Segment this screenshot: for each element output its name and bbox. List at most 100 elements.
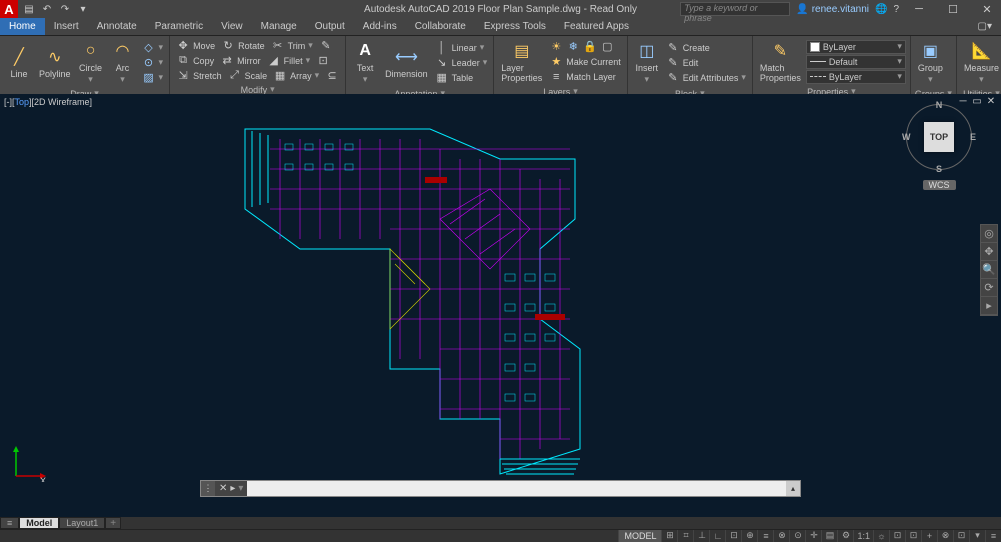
array-button[interactable]: ▦Array▾ xyxy=(271,68,321,83)
maximize-button[interactable]: ☐ xyxy=(939,0,967,18)
tab-view[interactable]: View xyxy=(212,18,252,35)
edit-attributes-button[interactable]: ✎Edit Attributes▾ xyxy=(664,70,748,85)
command-input[interactable] xyxy=(247,481,786,496)
linear-button[interactable]: │Linear▾ xyxy=(433,40,490,55)
stretch-button[interactable]: ⇲Stretch xyxy=(174,68,224,83)
move-button[interactable]: ✥Move xyxy=(174,38,217,53)
tab-featured[interactable]: Featured Apps xyxy=(555,18,638,35)
nav-pan-icon[interactable]: ✥ xyxy=(981,243,997,261)
tab-insert[interactable]: Insert xyxy=(45,18,88,35)
status-gizmo-icon[interactable]: ▤ xyxy=(821,530,837,542)
minimize-button[interactable]: ─ xyxy=(905,0,933,18)
nav-wheel-icon[interactable]: ◎ xyxy=(981,225,997,243)
qat-grid-icon[interactable]: ▤ xyxy=(22,2,36,16)
mirror-button[interactable]: ⇄Mirror xyxy=(218,53,263,68)
cmdline-history-icon[interactable]: ▴ xyxy=(786,481,800,496)
status-units-icon[interactable]: + xyxy=(921,530,937,542)
model-tab[interactable]: Model xyxy=(19,517,59,529)
status-transparency-icon[interactable]: ⊙ xyxy=(789,530,805,542)
compass-e[interactable]: E xyxy=(970,132,976,142)
linetype-combo[interactable]: ByLayer▾ xyxy=(806,70,906,84)
tab-expand-icon[interactable]: ▢▾ xyxy=(969,18,1001,35)
status-isoplane-icon[interactable]: ⊡ xyxy=(725,530,741,542)
viewport-label[interactable]: [-][Top][2D Wireframe] xyxy=(4,97,92,107)
tab-annotate[interactable]: Annotate xyxy=(88,18,146,35)
status-ortho-icon[interactable]: ⊥ xyxy=(693,530,709,542)
draw-extra-1[interactable]: ◇▾ xyxy=(140,40,166,55)
tab-parametric[interactable]: Parametric xyxy=(146,18,212,35)
match-properties-button[interactable]: ✎Match Properties xyxy=(757,38,804,85)
status-isolate-icon[interactable]: ▾ xyxy=(969,530,985,542)
arc-button[interactable]: ◠Arc▾ xyxy=(108,38,138,87)
nav-orbit-icon[interactable]: ⟳ xyxy=(981,279,997,297)
rotate-button[interactable]: ↻Rotate xyxy=(219,38,267,53)
color-combo[interactable]: ByLayer▾ xyxy=(806,40,906,54)
modify-extra-3[interactable]: ⊆ xyxy=(323,68,341,83)
qat-undo-icon[interactable]: ↶ xyxy=(40,2,54,16)
cmdline-handle-icon[interactable]: ⋮ xyxy=(201,481,215,496)
text-button[interactable]: AText▾ xyxy=(350,38,380,87)
table-button[interactable]: ▦Table xyxy=(433,70,490,85)
make-current-button[interactable]: ★Make Current xyxy=(547,54,623,69)
drawing-canvas[interactable]: N S E W TOP WCS ◎ ✥ 🔍 ⟳ ▸ YX ⋮ ✕▸▾ ▴ xyxy=(0,94,1001,517)
leader-button[interactable]: ↘Leader▾ xyxy=(433,55,490,70)
insert-button[interactable]: ◫Insert▾ xyxy=(632,38,662,87)
status-polar-icon[interactable]: ∟ xyxy=(709,530,725,542)
group-button[interactable]: ▣Group▾ xyxy=(915,38,946,87)
nav-showmotion-icon[interactable]: ▸ xyxy=(981,297,997,315)
layer-properties-button[interactable]: ▤Layer Properties xyxy=(498,38,545,85)
status-scale[interactable]: 1:1 xyxy=(853,530,873,542)
command-line[interactable]: ⋮ ✕▸▾ ▴ xyxy=(200,480,801,497)
modify-extra-1[interactable]: ✎ xyxy=(317,38,335,53)
qat-more-icon[interactable]: ▾ xyxy=(76,2,90,16)
measure-button[interactable]: 📐Measure▾ xyxy=(961,38,1001,87)
view-cube[interactable]: N S E W TOP WCS xyxy=(899,102,979,202)
match-layer-button[interactable]: ≡Match Layer xyxy=(547,69,623,84)
tab-output[interactable]: Output xyxy=(306,18,354,35)
layout-tab-nav-icon[interactable]: ≡ xyxy=(0,517,19,529)
add-layout-button[interactable]: + xyxy=(105,517,121,529)
compass-n[interactable]: N xyxy=(936,100,943,110)
status-osnap-menu-icon[interactable]: ≡ xyxy=(757,530,773,542)
tab-manage[interactable]: Manage xyxy=(252,18,306,35)
circle-button[interactable]: ○Circle▾ xyxy=(76,38,106,87)
status-lock-icon[interactable]: ⊡ xyxy=(953,530,969,542)
fillet-button[interactable]: ◢Fillet▾ xyxy=(265,53,313,68)
layout1-tab[interactable]: Layout1 xyxy=(59,517,105,529)
app-logo[interactable]: A xyxy=(0,0,18,18)
wcs-badge[interactable]: WCS xyxy=(923,180,956,190)
status-selection-icon[interactable]: ✛ xyxy=(805,530,821,542)
dimension-button[interactable]: ⟷Dimension xyxy=(382,44,431,81)
draw-extra-2[interactable]: ⊙▾ xyxy=(140,55,166,70)
modify-extra-2[interactable]: ⊡ xyxy=(314,53,332,68)
tab-home[interactable]: Home xyxy=(0,18,45,35)
copy-button[interactable]: ⧉Copy xyxy=(174,53,216,68)
status-customize-icon[interactable]: ≡ xyxy=(985,530,1001,542)
status-annotation-icon[interactable]: ☼ xyxy=(873,530,889,542)
trim-button[interactable]: ✂Trim▾ xyxy=(269,38,315,53)
nav-zoom-icon[interactable]: 🔍 xyxy=(981,261,997,279)
tab-collaborate[interactable]: Collaborate xyxy=(406,18,475,35)
status-model-button[interactable]: MODEL xyxy=(618,530,661,542)
close-button[interactable]: ✕ xyxy=(973,0,1001,18)
polyline-button[interactable]: ∿Polyline xyxy=(36,44,74,81)
viewport-close-icon[interactable]: ✕ xyxy=(985,95,997,107)
layer-icons-row[interactable]: ☀❄🔒▢ xyxy=(547,39,623,54)
tab-express[interactable]: Express Tools xyxy=(475,18,555,35)
status-quickprops-icon[interactable]: ⊗ xyxy=(937,530,953,542)
line-button[interactable]: ╱Line xyxy=(4,44,34,81)
qat-redo-icon[interactable]: ↷ xyxy=(58,2,72,16)
edit-block-button[interactable]: ✎Edit xyxy=(664,55,748,70)
compass-w[interactable]: W xyxy=(902,132,911,142)
user-menu[interactable]: 👤renee.vitanni xyxy=(796,4,869,15)
scale-button[interactable]: ⤢Scale xyxy=(226,68,270,83)
help-icon[interactable]: ? xyxy=(893,4,899,15)
status-workspace-icon[interactable]: ⊡ xyxy=(889,530,905,542)
status-monitor-icon[interactable]: ⊡ xyxy=(905,530,921,542)
lineweight-combo[interactable]: Default▾ xyxy=(806,55,906,69)
help-search-input[interactable]: Type a keyword or phrase xyxy=(680,2,790,16)
status-grid-icon[interactable]: ⊞ xyxy=(661,530,677,542)
tab-addins[interactable]: Add-ins xyxy=(354,18,406,35)
status-snap-icon[interactable]: ⌗ xyxy=(677,530,693,542)
a360-icon[interactable]: 🌐 xyxy=(875,4,887,15)
